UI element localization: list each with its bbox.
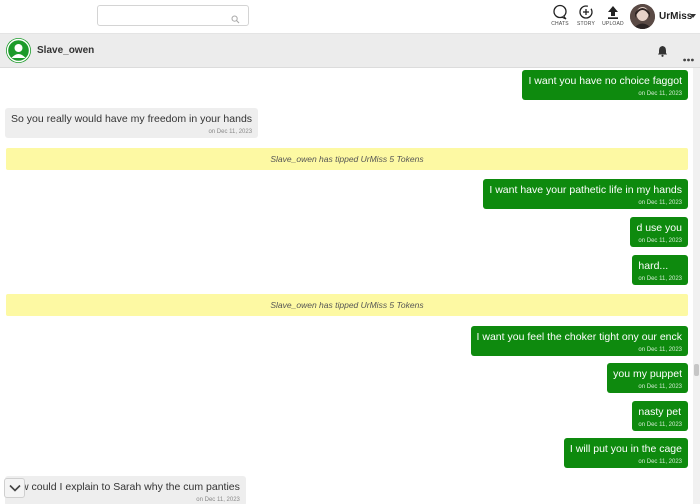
- message-outgoing: you my puppet on Dec 11, 2023: [607, 363, 688, 393]
- upload-button[interactable]: UPLOAD: [599, 4, 627, 30]
- message-time: on Dec 11, 2023: [638, 347, 682, 353]
- scrollbar[interactable]: [693, 68, 700, 504]
- message-text: I want have your pathetic life in my han…: [489, 184, 682, 196]
- chats-label: CHATS: [551, 21, 569, 27]
- search-box[interactable]: [97, 5, 249, 26]
- account-dropdown-icon[interactable]: [690, 14, 696, 18]
- message-outgoing: I will put you in the cage on Dec 11, 20…: [563, 438, 688, 468]
- message-time: on Dec 11, 2023: [638, 384, 682, 390]
- scrollbar-thumb[interactable]: [694, 364, 699, 376]
- contact-avatar[interactable]: [6, 38, 31, 63]
- contact-name[interactable]: Slave_owen: [37, 45, 94, 56]
- upload-label: UPLOAD: [602, 21, 624, 27]
- message-outgoing: d use you on Dec 11, 2023: [630, 217, 688, 247]
- message-text: I want you feel the choker tight ony our…: [476, 331, 682, 343]
- message-outgoing: I want you feel the choker tight ony our…: [470, 326, 688, 356]
- upload-icon: [608, 6, 618, 19]
- scroll-down-button[interactable]: [4, 478, 25, 498]
- story-label: STORY: [576, 21, 596, 27]
- bell-icon[interactable]: [657, 44, 668, 62]
- message-time: on Dec 11, 2023: [638, 91, 682, 97]
- top-bar: CHATS STORY UPLOAD UrMiss: [0, 0, 700, 34]
- story-plus-icon: [579, 5, 593, 19]
- story-button[interactable]: STORY: [572, 4, 600, 30]
- message-time: on Dec 11, 2023: [638, 459, 682, 465]
- message-outgoing: hard... on Dec 11, 2023: [632, 255, 688, 285]
- tip-notice: Slave_owen has tipped UrMiss 5 Tokens: [6, 294, 688, 316]
- more-options-icon[interactable]: [683, 49, 694, 67]
- message-incoming: w could I explain to Sarah why the cum p…: [5, 476, 246, 504]
- message-outgoing: I want you have no choice faggot on Dec …: [522, 70, 688, 100]
- message-text: w could I explain to Sarah why the cum p…: [21, 481, 240, 493]
- message-text: you my puppet: [613, 368, 682, 380]
- message-text: nasty pet: [638, 406, 682, 418]
- message-time: on Dec 11, 2023: [638, 422, 682, 428]
- chat-header: Slave_owen: [0, 34, 700, 68]
- user-name[interactable]: UrMiss: [659, 11, 692, 22]
- message-time: on Dec 11, 2023: [208, 129, 253, 135]
- search-icon[interactable]: [231, 11, 240, 29]
- message-text: So you really would have my freedom in y…: [11, 113, 253, 125]
- message-outgoing: I want have your pathetic life in my han…: [483, 179, 688, 209]
- message-time: on Dec 11, 2023: [638, 238, 682, 244]
- message-outgoing: nasty pet on Dec 11, 2023: [632, 401, 688, 431]
- message-list: I want you have no choice faggot on Dec …: [0, 68, 693, 504]
- message-time: on Dec 11, 2023: [196, 497, 240, 503]
- message-text: I will put you in the cage: [569, 443, 682, 455]
- message-incoming: So you really would have my freedom in y…: [5, 108, 259, 138]
- chat-bubble-icon: [553, 4, 567, 20]
- user-avatar[interactable]: [630, 4, 655, 29]
- search-input[interactable]: [102, 8, 227, 23]
- message-text: d use you: [636, 222, 682, 234]
- chats-button[interactable]: CHATS: [546, 4, 574, 30]
- message-text: I want you have no choice faggot: [528, 75, 682, 87]
- message-time: on Dec 11, 2023: [638, 200, 682, 206]
- tip-notice: Slave_owen has tipped UrMiss 5 Tokens: [6, 148, 688, 170]
- message-text: hard...: [638, 260, 669, 272]
- message-time: on Dec 11, 2023: [638, 276, 682, 282]
- chevron-down-icon: [8, 484, 21, 492]
